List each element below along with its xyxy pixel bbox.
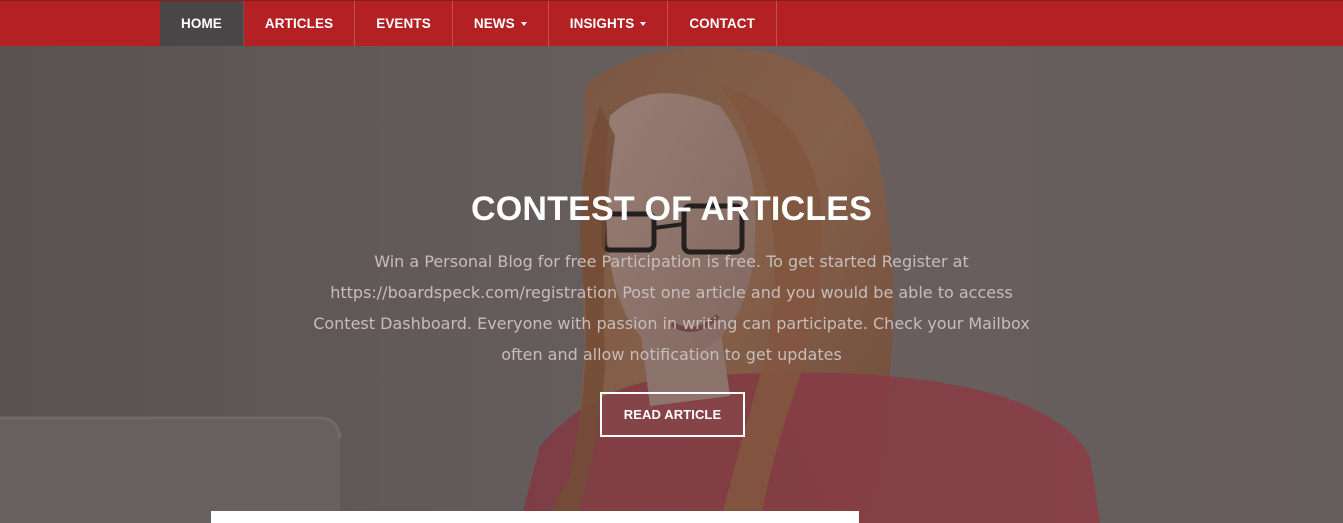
nav-item-contact[interactable]: CONTACT [668,1,778,46]
nav-item-events[interactable]: EVENTS [355,1,453,46]
content-card-edge [211,511,859,523]
hero-description: Win a Personal Blog for free Participati… [313,252,1030,364]
nav-item-label: ARTICLES [264,16,334,31]
nav-menu: HOME ARTICLES EVENTS NEWS INSIGHTS CONTA… [160,1,778,46]
nav-item-label: CONTACT [689,16,756,31]
main-navbar: HOME ARTICLES EVENTS NEWS INSIGHTS CONTA… [0,0,1343,46]
nav-item-label: EVENTS [376,16,431,31]
nav-item-label: INSIGHTS [569,16,635,31]
chevron-down-icon [640,21,647,26]
read-article-button[interactable]: READ ARTICLE [600,392,745,437]
nav-item-articles[interactable]: ARTICLES [244,1,356,46]
nav-item-home[interactable]: HOME [160,1,244,46]
nav-item-label: HOME [181,16,222,31]
nav-item-label: NEWS [473,16,515,31]
chevron-down-icon [520,21,527,26]
read-article-button-label: READ ARTICLE [623,407,722,422]
nav-item-insights[interactable]: INSIGHTS [549,1,669,46]
hero-title: CONTEST OF ARTICLES [470,190,873,228]
nav-item-news[interactable]: NEWS [453,1,549,46]
hero-banner: CONTEST OF ARTICLES Win a Personal Blog … [0,46,1343,523]
